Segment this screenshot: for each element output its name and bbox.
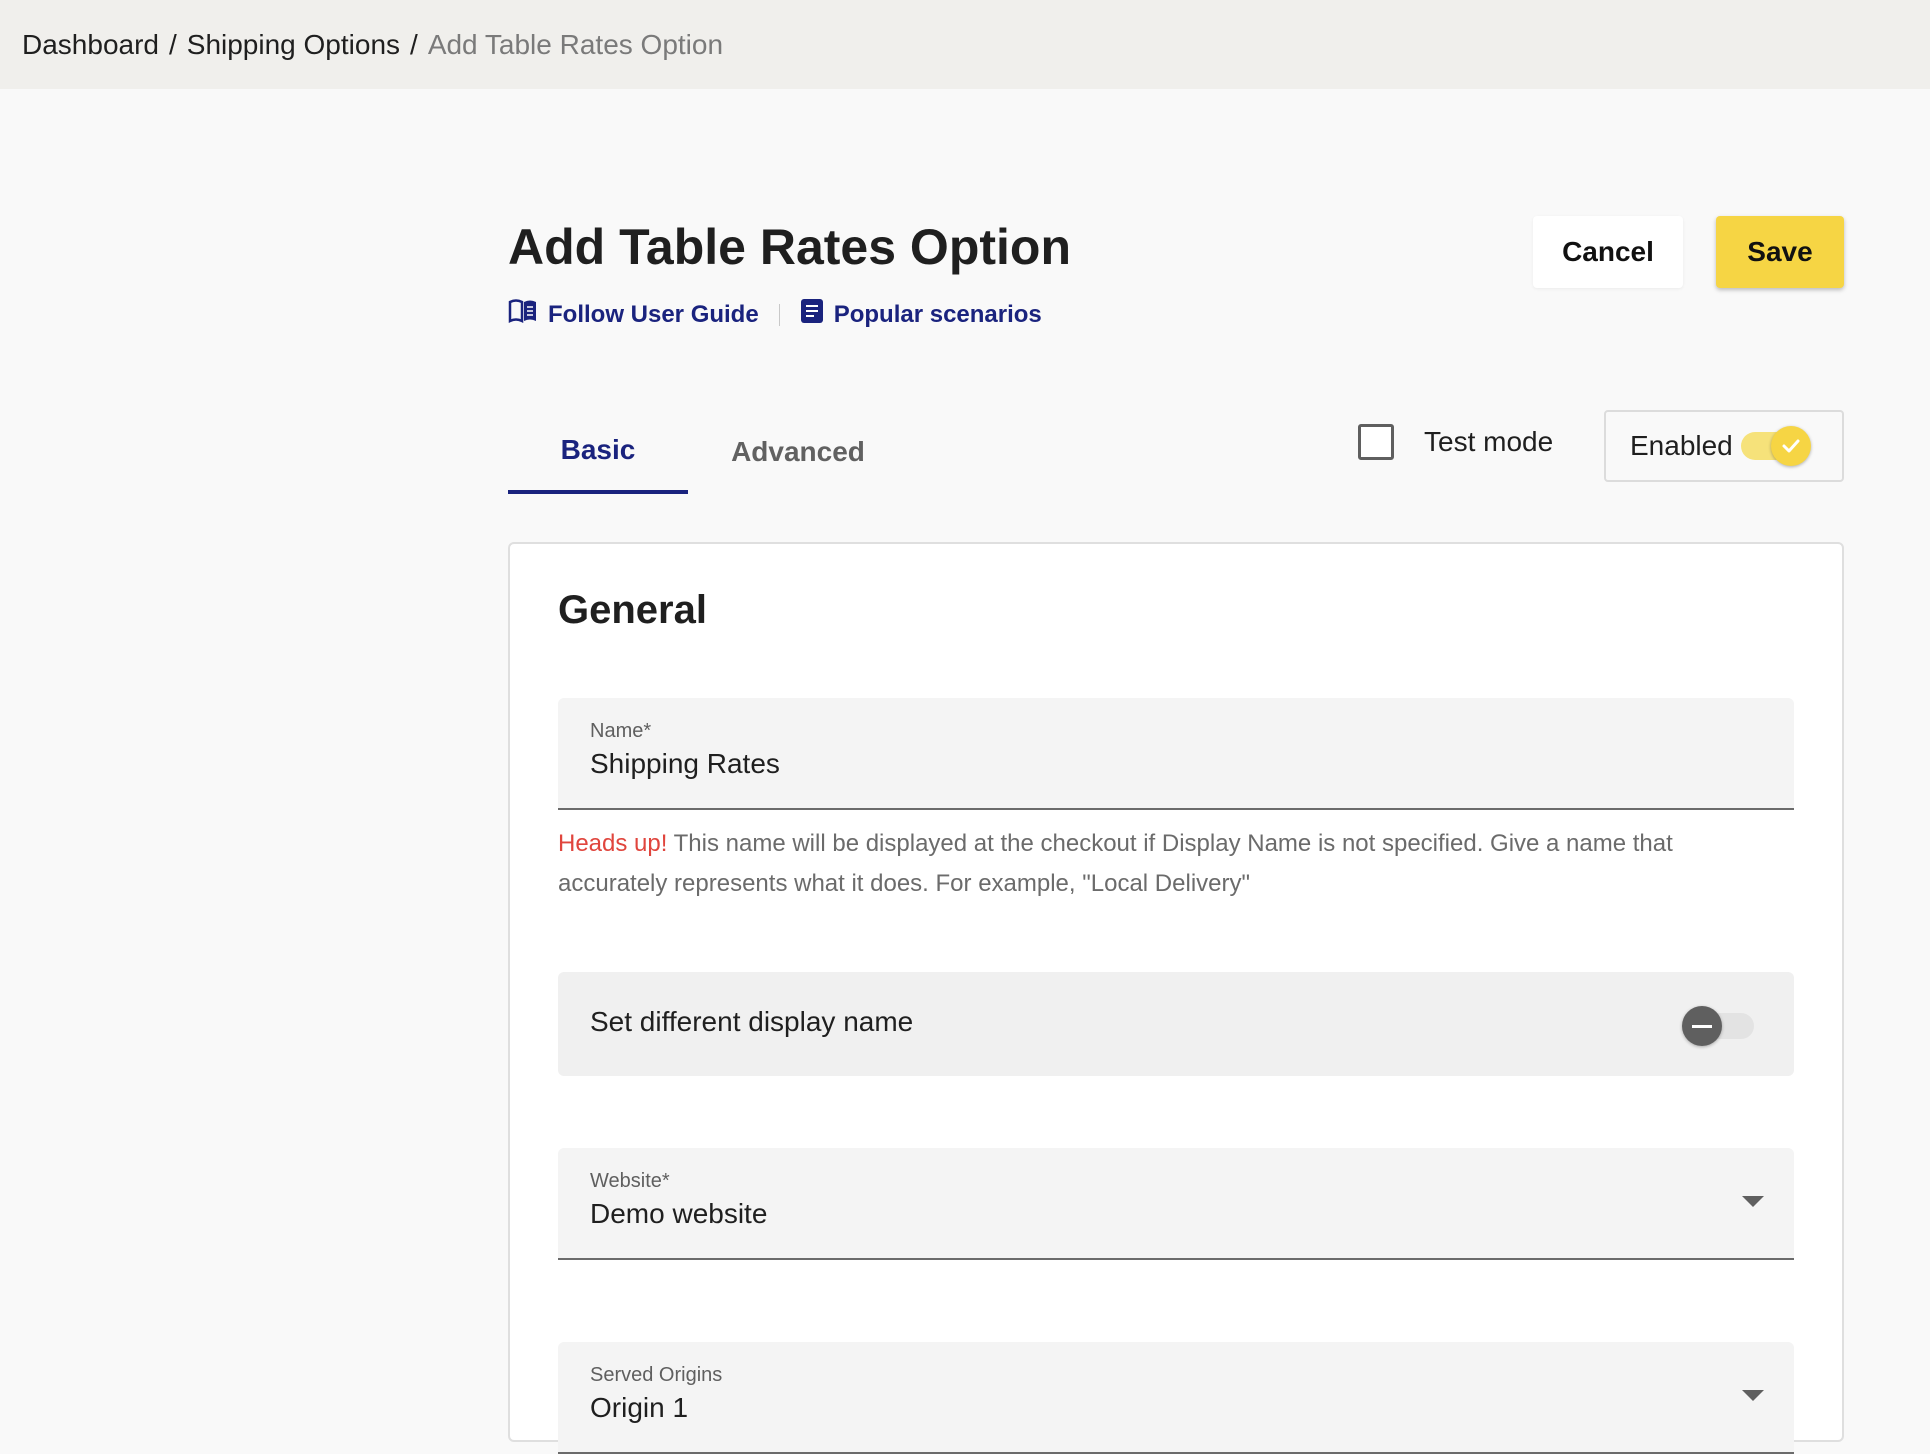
tab-bar: Basic Advanced: [508, 410, 908, 494]
display-name-label: Set different display name: [590, 1006, 914, 1037]
breadcrumb-separator: /: [410, 28, 418, 60]
website-value: Demo website: [590, 1198, 768, 1229]
document-icon: [800, 298, 824, 331]
test-mode-checkbox[interactable]: [1358, 424, 1394, 460]
tab-basic[interactable]: Basic: [508, 410, 688, 494]
served-origins-label: Served Origins: [590, 1364, 723, 1386]
section-title: General: [558, 588, 707, 632]
page-title: Add Table Rates Option: [508, 219, 1071, 275]
book-icon: [508, 298, 538, 331]
enabled-control: Enabled: [1604, 410, 1844, 482]
display-name-toggle[interactable]: [1682, 1004, 1756, 1048]
enabled-label: Enabled: [1630, 430, 1733, 461]
served-origins-select[interactable]: Served Origins Origin 1: [558, 1342, 1794, 1454]
name-field-value: Shipping Rates: [590, 748, 780, 779]
chevron-down-icon: [1742, 1196, 1764, 1207]
website-label: Website*: [590, 1170, 670, 1192]
link-divider: [778, 303, 780, 326]
breadcrumb-separator: /: [168, 28, 177, 60]
breadcrumb-current: Add Table Rates Option: [427, 28, 724, 60]
served-origins-value: Origin 1: [590, 1392, 689, 1423]
breadcrumb-dashboard[interactable]: Dashboard: [22, 29, 159, 61]
breadcrumb: Dashboard / Shipping Options / Add Table…: [0, 0, 1930, 89]
user-guide-label: Follow User Guide: [548, 300, 759, 328]
help-links: Follow User Guide Popular scenarios: [508, 298, 1042, 331]
name-field-label: Name*: [590, 720, 652, 742]
name-helper-text: Heads up! This name will be displayed at…: [558, 824, 1758, 904]
display-name-row: Set different display name: [558, 972, 1794, 1076]
cancel-button[interactable]: Cancel: [1533, 216, 1683, 288]
check-icon: [1782, 439, 1800, 453]
general-card: General Name* Shipping Rates Heads up! T…: [508, 542, 1844, 1454]
save-button[interactable]: Save: [1716, 216, 1844, 288]
test-mode-control: Test mode: [1358, 424, 1553, 460]
helper-body: This name will be displayed at the check…: [558, 830, 1673, 897]
heads-up-warning: Heads up!: [558, 830, 668, 857]
minus-icon: [1692, 1024, 1712, 1028]
chevron-down-icon: [1742, 1390, 1764, 1401]
name-field[interactable]: Name* Shipping Rates: [558, 698, 1794, 810]
user-guide-link[interactable]: Follow User Guide: [508, 298, 759, 331]
test-mode-label: Test mode: [1424, 426, 1554, 457]
breadcrumb-shipping-options[interactable]: Shipping Options: [187, 29, 400, 61]
popular-scenarios-label: Popular scenarios: [833, 300, 1042, 328]
enabled-toggle[interactable]: [1740, 424, 1813, 468]
popular-scenarios-link[interactable]: Popular scenarios: [800, 298, 1042, 331]
website-select[interactable]: Website* Demo website: [558, 1148, 1794, 1260]
tab-advanced[interactable]: Advanced: [688, 410, 908, 494]
